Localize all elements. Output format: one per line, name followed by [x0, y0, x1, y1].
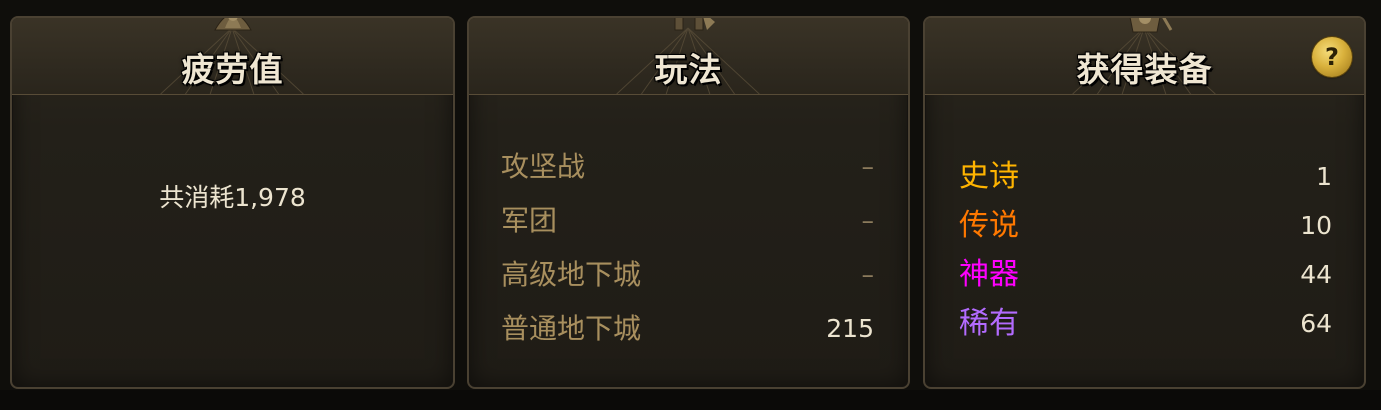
- equipment-row-legendary: 传说 10: [959, 201, 1332, 250]
- mode-value: –: [861, 206, 875, 235]
- bottom-bar: [0, 390, 1381, 410]
- mode-name: 高级地下城: [501, 258, 642, 291]
- equipment-count: 1: [1316, 162, 1332, 191]
- equipment-rarity-label: 神器: [959, 257, 1019, 292]
- equipment-rarity-label: 稀有: [959, 306, 1019, 341]
- modes-panel-header: 玩法: [469, 18, 908, 95]
- mode-name: 普通地下城: [501, 312, 642, 345]
- mode-value: –: [861, 260, 875, 289]
- equipment-rarity-label: 史诗: [959, 159, 1019, 194]
- modes-title: 玩法: [654, 50, 723, 89]
- modes-emblem-icon: [674, 18, 715, 31]
- equipment-row-rare: 稀有 64: [959, 299, 1332, 348]
- mode-value: –: [861, 152, 875, 181]
- fatigue-emblem-icon: [213, 18, 252, 31]
- equipment-row-artifact: 神器 44: [959, 250, 1332, 299]
- modes-list: 攻坚战 – 军团 – 高级地下城 – 普通地下城 215: [501, 140, 874, 356]
- equipment-panel: 获得装备 ? 史诗 1 传说 10 神器 44 稀有 64: [923, 16, 1366, 389]
- mode-name: 攻坚战: [501, 150, 586, 183]
- equipment-panel-header: 获得装备 ?: [925, 18, 1364, 95]
- fatigue-consumed-text: 共消耗1,978: [159, 183, 306, 212]
- equipment-count: 64: [1300, 309, 1332, 338]
- fatigue-panel-header: 疲劳值: [12, 18, 453, 95]
- mode-row-legion: 军团 –: [501, 194, 874, 248]
- fatigue-title: 疲劳值: [181, 50, 284, 89]
- mode-row-advanced-dungeon: 高级地下城 –: [501, 248, 874, 302]
- equipment-row-epic: 史诗 1: [959, 152, 1332, 201]
- mode-name: 军团: [501, 204, 558, 237]
- modes-panel: 玩法 攻坚战 – 军团 – 高级地下城 – 普通地下城 215: [467, 16, 910, 389]
- help-icon[interactable]: ?: [1312, 37, 1352, 77]
- equipment-emblem-icon: [1129, 18, 1172, 33]
- equipment-list: 史诗 1 传说 10 神器 44 稀有 64: [959, 152, 1332, 348]
- mode-value: 215: [826, 314, 874, 343]
- equipment-title: 获得装备: [1076, 50, 1213, 89]
- mode-row-normal-dungeon: 普通地下城 215: [501, 302, 874, 356]
- equipment-count: 10: [1300, 211, 1332, 240]
- equipment-rarity-label: 传说: [959, 208, 1019, 243]
- mode-row-siege: 攻坚战 –: [501, 140, 874, 194]
- equipment-count: 44: [1300, 260, 1332, 289]
- fatigue-panel: 疲劳值 共消耗1,978: [10, 16, 455, 389]
